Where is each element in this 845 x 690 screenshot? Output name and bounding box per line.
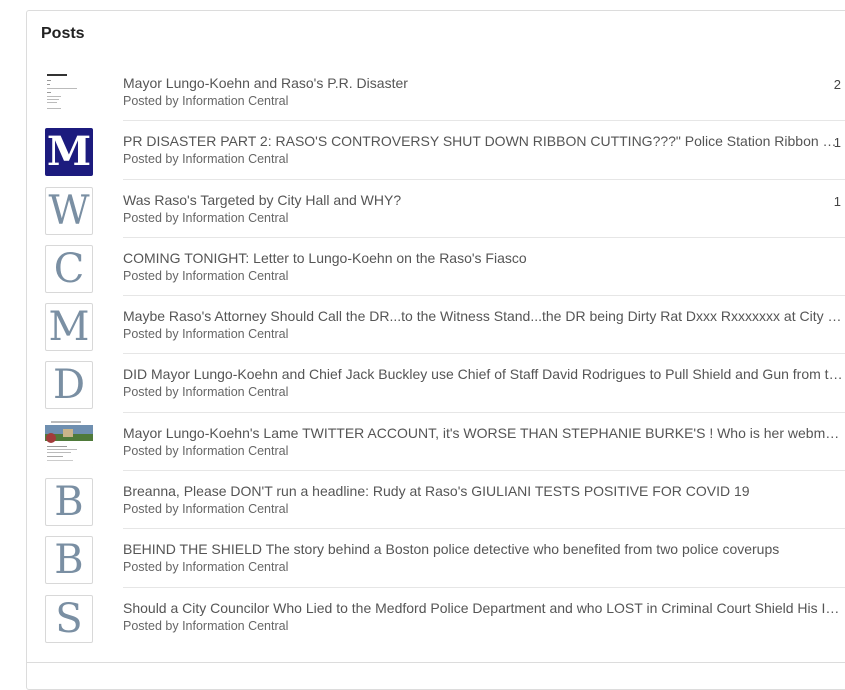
avatar-letter: C — [53, 245, 85, 292]
post-body: Mayor Lungo-Koehn's Lame TWITTER ACCOUNT… — [123, 413, 845, 472]
avatar-letter: M — [48, 304, 90, 351]
post-author: Posted by Information Central — [123, 502, 289, 517]
panel-title: Posts — [41, 25, 85, 42]
post-item[interactable]: M Maybe Raso's Attorney Should Call the D… — [27, 296, 845, 355]
post-item[interactable]: C COMING TONIGHT: Letter to Lungo-Koehn o… — [27, 238, 845, 297]
post-body: Was Raso's Targeted by City Hall and WHY… — [123, 180, 845, 238]
post-body: Should a City Councilor Who Lied to the … — [123, 588, 845, 646]
post-author: Posted by Information Central — [123, 327, 289, 342]
letter-avatar[interactable]: M — [45, 303, 93, 352]
post-author: Posted by Information Central — [123, 443, 289, 458]
post-body: COMING TONIGHT: Letter to Lungo-Koehn on… — [123, 238, 845, 297]
post-author: Posted by Information Central — [123, 268, 289, 283]
avatar-letter: W — [48, 187, 90, 234]
letter-avatar[interactable]: M — [45, 128, 93, 177]
post-title-link[interactable]: Mayor Lungo-Koehn and Raso's P.R. Disast… — [123, 75, 845, 91]
avatar-letter: B — [54, 537, 84, 584]
post-body: BEHIND THE SHIELD The story behind a Bos… — [123, 529, 845, 588]
letter-avatar[interactable]: B — [45, 478, 93, 527]
post-author: Posted by Information Central — [123, 560, 289, 575]
letter-avatar[interactable]: D — [45, 361, 93, 410]
avatar-letter: D — [52, 362, 86, 409]
avatar-letter: M — [46, 128, 92, 176]
letter-avatar[interactable]: W — [45, 186, 93, 235]
post-title-link[interactable]: Maybe Raso's Attorney Should Call the DR… — [123, 308, 845, 324]
avatar-letter: B — [54, 479, 84, 526]
photo-thumbnail[interactable] — [45, 419, 93, 468]
post-body: DID Mayor Lungo-Koehn and Chief Jack Buc… — [123, 354, 845, 413]
post-body: Maybe Raso's Attorney Should Call the DR… — [123, 296, 845, 355]
post-author: Posted by Information Central — [123, 618, 289, 633]
post-title-link[interactable]: BEHIND THE SHIELD The story behind a Bos… — [123, 541, 845, 557]
post-author: Posted by Information Central — [123, 94, 289, 108]
posts-panel: Posts Mayor Lungo-Koehn and Raso's P.R. … — [26, 10, 845, 690]
post-body: PR DISASTER PART 2: RASO'S CONTROVERSY S… — [123, 121, 845, 180]
post-title-link[interactable]: Mayor Lungo-Koehn's Lame TWITTER ACCOUNT… — [123, 425, 845, 441]
letter-avatar[interactable]: C — [45, 244, 93, 293]
post-author: Posted by Information Central — [123, 385, 289, 400]
post-author: Posted by Information Central — [123, 210, 289, 225]
post-item[interactable]: D DID Mayor Lungo-Koehn and Chief Jack Bu… — [27, 354, 845, 413]
post-item[interactable]: B Breanna, Please DON'T run a headline: R… — [27, 471, 845, 530]
post-title-link[interactable]: PR DISASTER PART 2: RASO'S CONTROVERSY S… — [123, 133, 845, 149]
post-item[interactable]: Mayor Lungo-Koehn's Lame TWITTER ACCOUNT… — [27, 413, 845, 472]
comment-count: 1 — [833, 135, 841, 151]
post-title-link[interactable]: Breanna, Please DON'T run a headline: Ru… — [123, 483, 845, 499]
comment-count: 1 — [833, 193, 841, 209]
post-title-link[interactable]: Should a City Councilor Who Lied to the … — [123, 600, 845, 616]
post-title-link[interactable]: DID Mayor Lungo-Koehn and Chief Jack Buc… — [123, 366, 845, 382]
post-title-link[interactable]: COMING TONIGHT: Letter to Lungo-Koehn on… — [123, 250, 845, 266]
post-item[interactable]: B BEHIND THE SHIELD The story behind a Bo… — [27, 529, 845, 588]
comment-count: 2 — [833, 77, 841, 92]
document-thumbnail[interactable] — [45, 70, 93, 118]
post-body: Breanna, Please DON'T run a headline: Ru… — [123, 471, 845, 530]
post-item[interactable]: Mayor Lungo-Koehn and Raso's P.R. Disast… — [27, 63, 845, 122]
letter-avatar[interactable]: B — [45, 536, 93, 585]
post-author: Posted by Information Central — [123, 152, 289, 167]
post-item[interactable]: M PR DISASTER PART 2: RASO'S CONTROVERSY … — [27, 121, 845, 180]
post-item[interactable]: W Was Raso's Targeted by City Hall and WH… — [27, 180, 845, 238]
divider — [27, 662, 845, 663]
post-title-link[interactable]: Was Raso's Targeted by City Hall and WHY… — [123, 192, 845, 208]
posts-list: Mayor Lungo-Koehn and Raso's P.R. Disast… — [27, 63, 845, 646]
post-body: Mayor Lungo-Koehn and Raso's P.R. Disast… — [123, 63, 845, 122]
avatar-letter: S — [55, 595, 83, 642]
letter-avatar[interactable]: S — [45, 594, 93, 643]
post-item[interactable]: S Should a City Councilor Who Lied to the… — [27, 588, 845, 646]
